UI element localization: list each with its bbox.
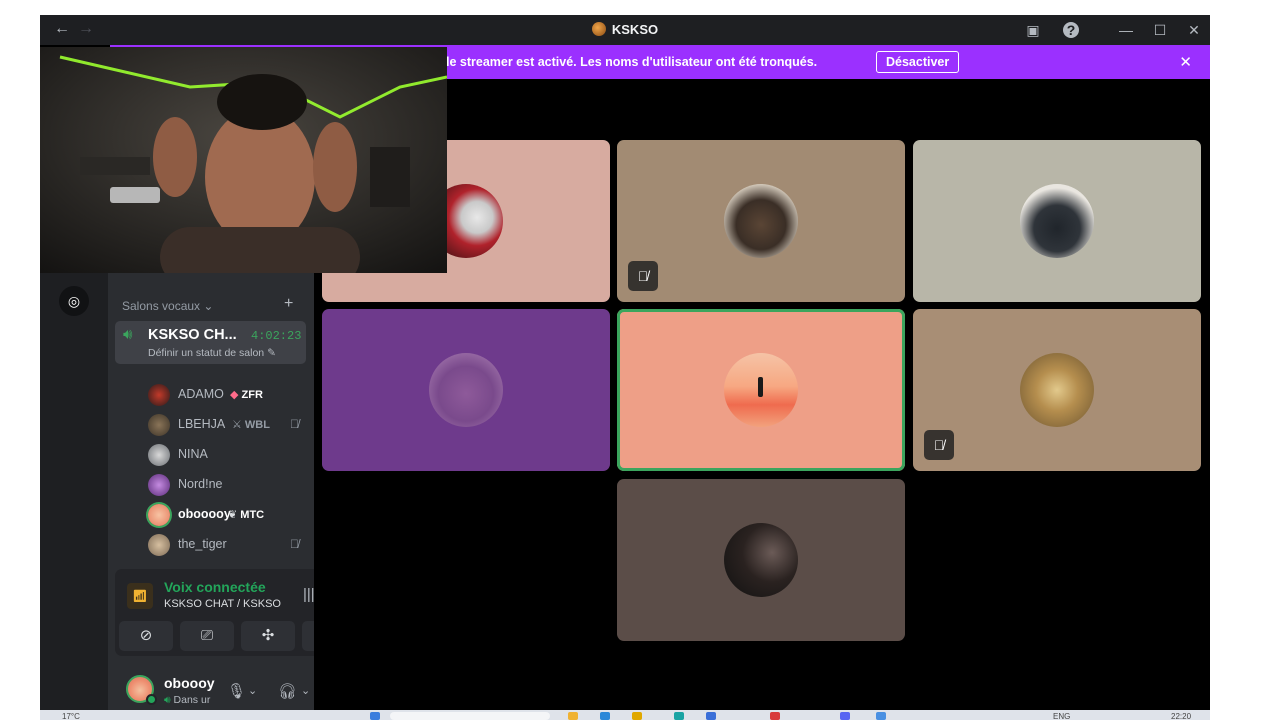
camera-off-button[interactable]: ⊘: [119, 621, 173, 651]
user-status: 🔊︎ Dans ur: [164, 694, 211, 706]
channel-timer: 4:02:23: [251, 329, 302, 343]
avatar: [148, 414, 170, 436]
banner-text: le streamer est activé. Les noms d'utili…: [446, 55, 818, 69]
headphones-icon[interactable]: 🎧︎: [278, 682, 297, 700]
user-name[interactable]: oboooy: [164, 675, 215, 691]
app-icon[interactable]: [674, 712, 684, 720]
signal-icon[interactable]: 📶︎: [127, 583, 153, 609]
participant-tile[interactable]: [322, 309, 610, 471]
participant-tile[interactable]: [913, 140, 1201, 302]
muted-icon: 🎙̸: [628, 261, 658, 291]
server-icon: [591, 22, 606, 36]
minimize-icon[interactable]: —: [1116, 20, 1136, 40]
chevron-down-icon[interactable]: ⌄: [248, 684, 257, 697]
search-input[interactable]: [390, 712, 550, 720]
avatar: [148, 534, 170, 556]
title-bar: ← → KSKSO ▣ ? — ☐ ✕: [40, 15, 1210, 45]
member-tag: ◆ ZFR: [230, 389, 263, 401]
participant-avatar: [724, 353, 798, 427]
app-icon[interactable]: [370, 712, 380, 720]
close-window-icon[interactable]: ✕: [1184, 20, 1204, 40]
avatar: [148, 474, 170, 496]
voice-connected-label[interactable]: Voix connectée: [164, 579, 266, 595]
avatar: [148, 384, 170, 406]
user-panel: oboooy 🔊︎ Dans ur 🎙︎ ⌄ 🎧︎ ⌄ ⚙: [115, 663, 314, 708]
member-item[interactable]: ADAMO ◆ ZFR: [148, 382, 306, 408]
app-icon[interactable]: [876, 712, 886, 720]
discover-icon[interactable]: ◎: [59, 286, 89, 316]
participant-avatar: [429, 353, 503, 427]
app-icon[interactable]: [770, 712, 780, 720]
activities-button[interactable]: ✣: [241, 621, 295, 651]
participant-tile-speaking[interactable]: [617, 309, 905, 471]
microphone-icon[interactable]: 🎙︎: [227, 682, 246, 700]
member-item[interactable]: LBEHJA ⚔ WBL 🎙̸: [148, 412, 306, 438]
os-taskbar: 17°C ENG 22:20: [40, 710, 1210, 721]
voice-channel-path[interactable]: KSKSO CHAT / KSKSO: [164, 598, 281, 610]
voice-connection-panel: 📶︎ Voix connectée KSKSO CHAT / KSKSO |||…: [115, 569, 314, 656]
channel-status[interactable]: Définir un statut de salon ✎: [148, 347, 276, 359]
member-tag: ⚔ WBL: [232, 419, 270, 431]
participant-tile[interactable]: 🎙̸: [617, 140, 905, 302]
member-item[interactable]: obooooy ❦ MTC: [148, 502, 306, 528]
channel-sidebar: Salons vocaux ⌄ + 🔊︎ KSKSO CH... 4:02:23…: [108, 273, 314, 710]
webcam-overlay: [40, 47, 447, 273]
app-icon[interactable]: [706, 712, 716, 720]
app-icon[interactable]: [600, 712, 610, 720]
participant-avatar: [724, 523, 798, 597]
participant-tile[interactable]: [617, 479, 905, 641]
member-item[interactable]: Nord!ne: [148, 472, 306, 498]
channel-name: KSKSO CH...: [148, 327, 237, 343]
participant-avatar: [724, 184, 798, 258]
member-item[interactable]: NINA: [148, 442, 306, 468]
participant-tile[interactable]: 🎙̸: [913, 309, 1201, 471]
avatar: [148, 504, 170, 526]
voice-channel[interactable]: 🔊︎ KSKSO CH... 4:02:23 Définir un statut…: [115, 321, 306, 364]
server-rail: ◎: [40, 273, 108, 710]
muted-icon: 🎙̸: [290, 417, 299, 431]
app-icon[interactable]: [568, 712, 578, 720]
voice-channels-header[interactable]: Salons vocaux ⌄: [122, 299, 213, 313]
participant-avatar: [1020, 353, 1094, 427]
online-status-icon: [146, 694, 157, 705]
discord-taskbar-icon[interactable]: [840, 712, 850, 720]
noise-suppression-icon[interactable]: |||: [303, 586, 314, 603]
chevron-down-icon[interactable]: ⌄: [301, 684, 310, 697]
participant-avatar: [1020, 184, 1094, 258]
avatar: [148, 444, 170, 466]
member-item[interactable]: the_tiger 🎙̸: [148, 532, 306, 558]
add-channel-icon[interactable]: +: [284, 295, 293, 313]
screen-share-button[interactable]: ⎚: [180, 621, 234, 651]
maximize-icon[interactable]: ☐: [1150, 20, 1170, 40]
help-icon[interactable]: ?: [1063, 22, 1079, 38]
close-banner-icon[interactable]: ✕: [1179, 53, 1192, 71]
member-tag: ❦ MTC: [228, 509, 265, 521]
muted-icon: 🎙̸: [290, 537, 299, 551]
discord-window: ← → KSKSO ▣ ? — ☐ ✕ le streamer est acti…: [40, 15, 1210, 710]
disable-streamer-button[interactable]: Désactiver: [876, 51, 960, 73]
soundboard-button[interactable]: ✸: [302, 621, 314, 651]
app-icon[interactable]: [632, 712, 642, 720]
speaker-icon: 🔊︎: [123, 326, 133, 343]
muted-icon: 🎙̸: [924, 430, 954, 460]
inbox-icon[interactable]: ▣: [1023, 20, 1043, 40]
